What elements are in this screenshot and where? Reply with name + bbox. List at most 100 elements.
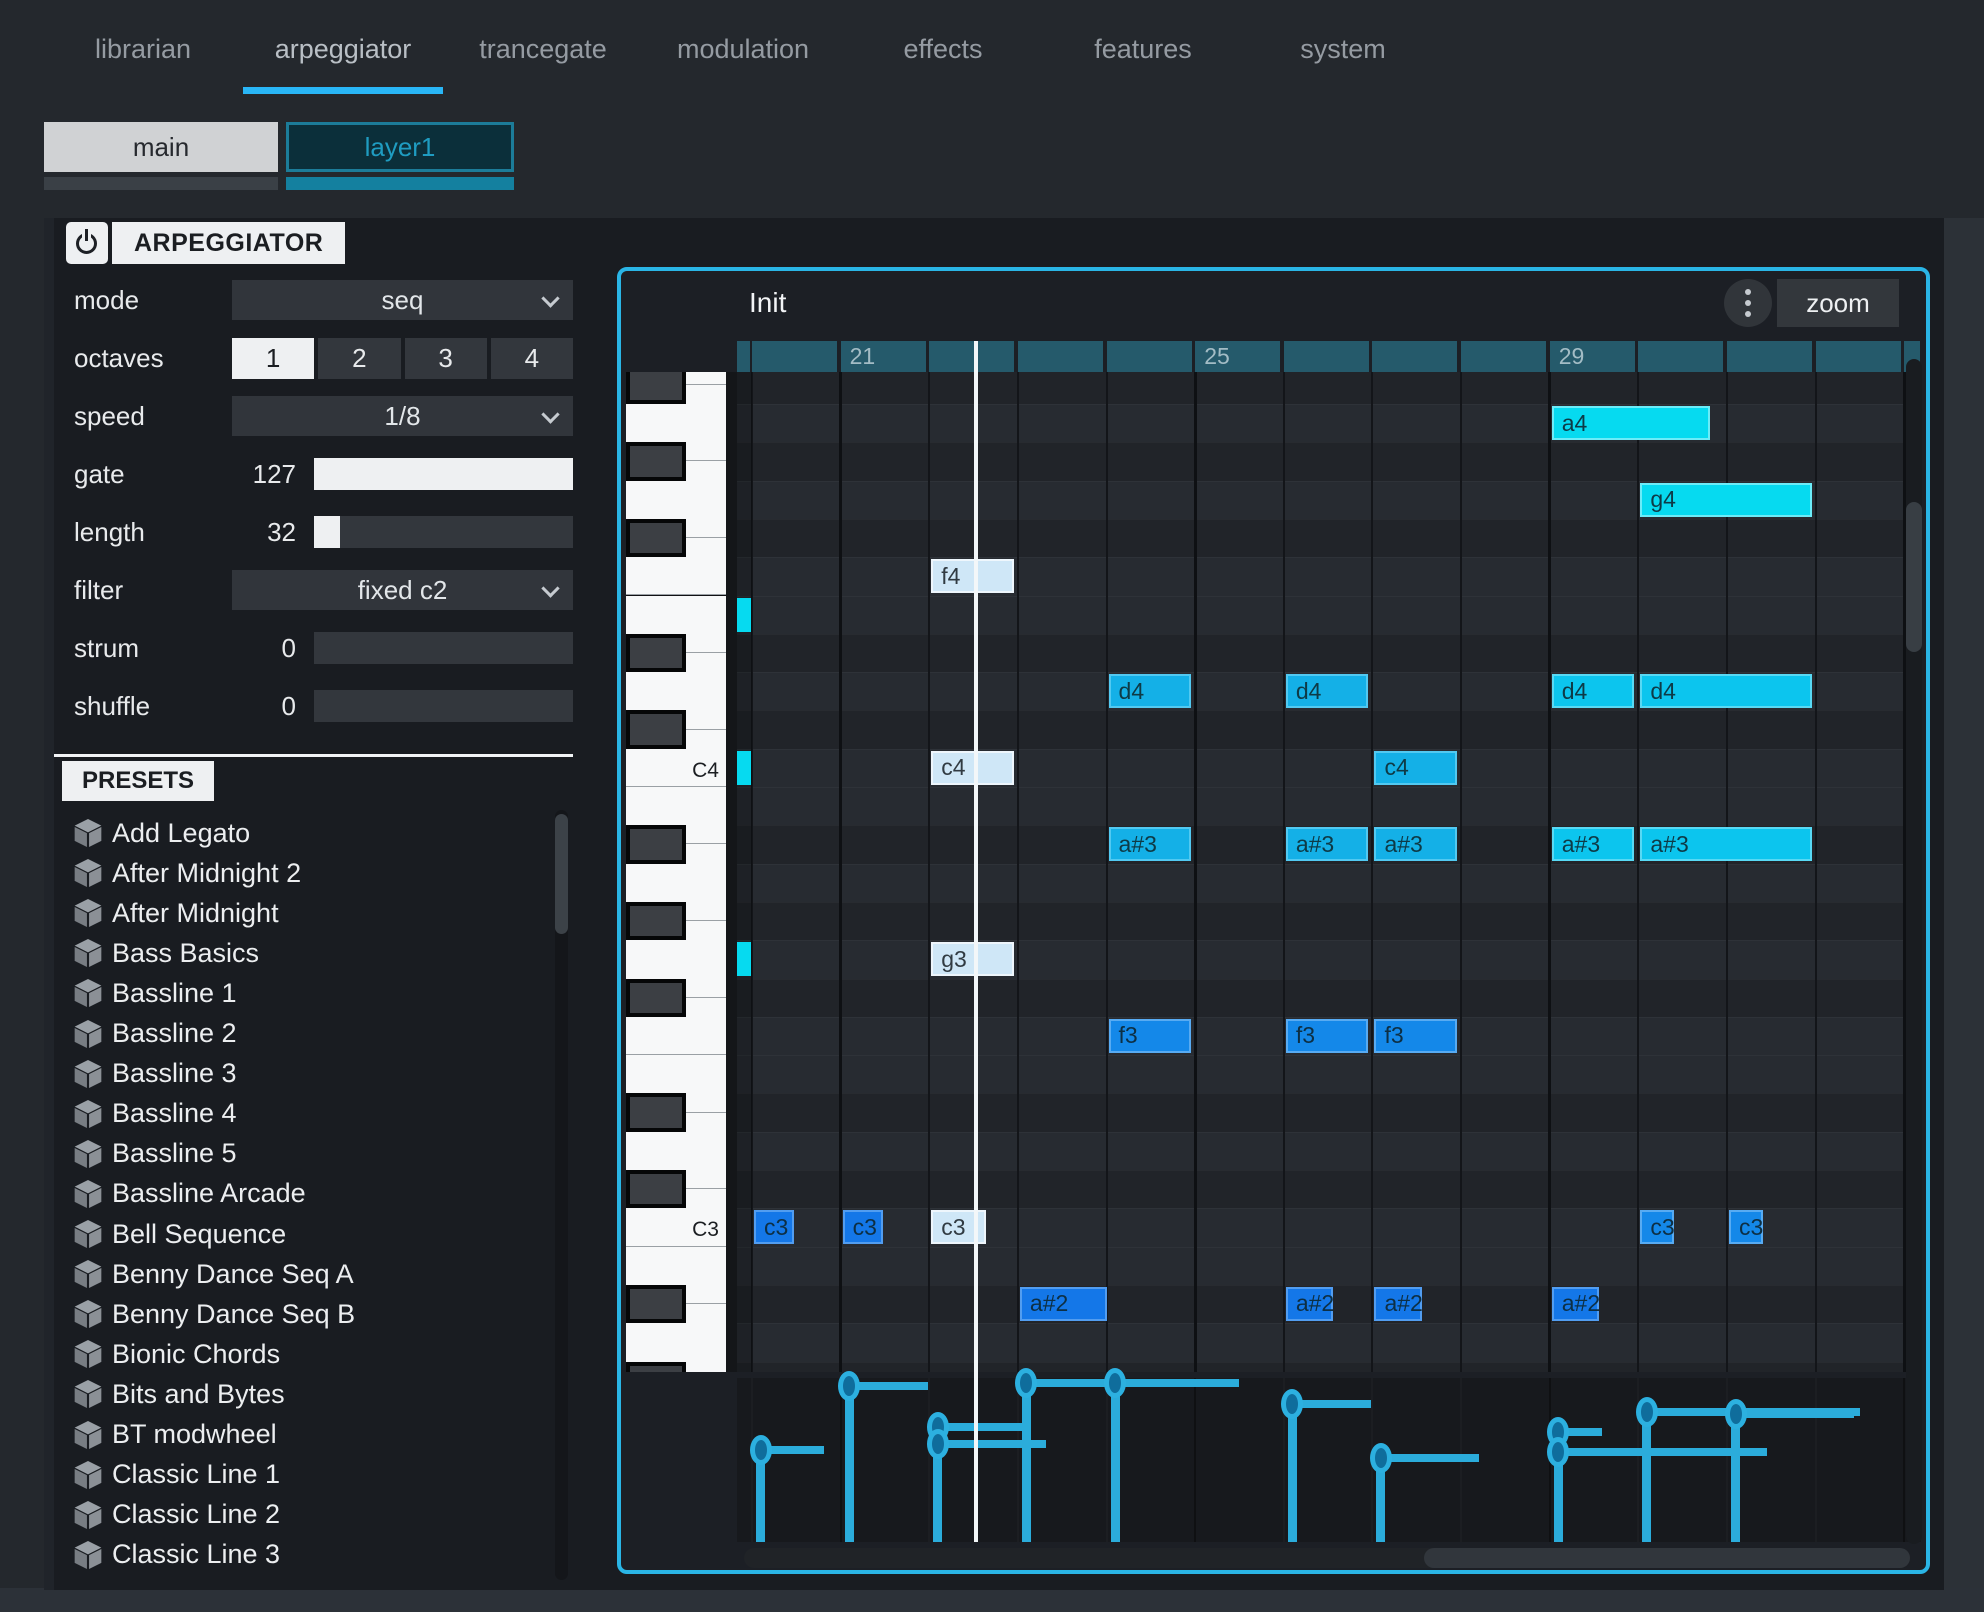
black-key-a#4[interactable]	[626, 372, 686, 404]
note-f4[interactable]: f4	[931, 559, 1014, 593]
preset-item[interactable]: Bassline 3	[54, 1054, 554, 1094]
black-key-g#4[interactable]	[626, 442, 686, 480]
note-c3[interactable]: c3	[754, 1210, 794, 1244]
arp-power-button[interactable]	[66, 222, 108, 264]
timeline-cell[interactable]: 25	[1195, 341, 1280, 372]
velocity-knob[interactable]	[1104, 1368, 1126, 1398]
more-options-button[interactable]	[1724, 279, 1772, 327]
timeline-cell[interactable]	[737, 341, 750, 372]
timeline-cell[interactable]: 21	[841, 341, 926, 372]
note-a#2[interactable]: a#2	[1552, 1287, 1599, 1321]
mode-dropdown[interactable]: seq	[232, 280, 573, 320]
velocity-stem[interactable]	[1022, 1383, 1031, 1542]
note-g4[interactable]: g4	[1640, 483, 1811, 517]
octave-button-1[interactable]: 1	[232, 338, 314, 379]
note-a4[interactable]: a4	[1552, 406, 1710, 440]
note-c4[interactable]: c4	[1374, 751, 1457, 785]
note-g3[interactable]: g3	[931, 942, 1014, 976]
preset-item[interactable]: Bits and Bytes	[54, 1374, 554, 1414]
horizontal-scrollbar-thumb[interactable]	[1424, 1548, 1910, 1568]
black-key-c#3[interactable]	[626, 1170, 686, 1208]
note-a#2[interactable]: a#2	[1020, 1287, 1107, 1321]
velocity-lane[interactable]	[737, 1378, 1921, 1542]
black-key-d#3[interactable]	[626, 1093, 686, 1131]
preset-item[interactable]: Benny Dance Seq B	[54, 1294, 554, 1334]
preset-scrollbar-thumb[interactable]	[555, 814, 568, 934]
velocity-knob[interactable]	[1281, 1389, 1303, 1419]
velocity-knob[interactable]	[1370, 1443, 1392, 1473]
black-key-f#3[interactable]	[626, 979, 686, 1017]
zoom-button[interactable]: zoom	[1777, 279, 1899, 327]
vertical-scrollbar-thumb[interactable]	[1906, 502, 1922, 652]
black-key-d#4[interactable]	[626, 634, 686, 672]
preset-item[interactable]: After Midnight	[54, 893, 554, 933]
timeline-ruler[interactable]: 21 25 29	[737, 341, 1922, 372]
nav-tab-features[interactable]: features	[1043, 18, 1243, 80]
tab-layer1[interactable]: layer1	[286, 122, 514, 172]
timeline-cell[interactable]	[1018, 341, 1103, 372]
velocity-stem[interactable]	[1288, 1404, 1297, 1542]
timeline-cell[interactable]	[752, 341, 837, 372]
speed-dropdown[interactable]: 1/8	[232, 396, 573, 436]
note-c4[interactable]: c4	[931, 751, 1014, 785]
timeline-cell[interactable]	[929, 341, 1014, 372]
timeline-cell[interactable]	[1372, 341, 1457, 372]
preset-item[interactable]: After Midnight 2	[54, 853, 554, 893]
note-c3[interactable]: c3	[843, 1210, 883, 1244]
velocity-knob[interactable]	[1547, 1437, 1569, 1467]
velocity-knob[interactable]	[1725, 1399, 1747, 1429]
velocity-stem[interactable]	[845, 1386, 854, 1542]
strum-slider[interactable]	[314, 632, 573, 664]
octave-button-4[interactable]: 4	[491, 338, 573, 379]
note-d4[interactable]: d4	[1640, 674, 1811, 708]
note-d4[interactable]: d4	[1286, 674, 1369, 708]
tab-main[interactable]: main	[44, 122, 278, 172]
preset-item[interactable]: Bassline 4	[54, 1094, 554, 1134]
velocity-knob[interactable]	[1015, 1368, 1037, 1398]
black-key-g#3[interactable]	[626, 902, 686, 940]
nav-tab-librarian[interactable]: librarian	[43, 18, 243, 80]
velocity-stem[interactable]	[1731, 1414, 1740, 1542]
note-d4[interactable]: d4	[1552, 674, 1635, 708]
nav-tab-system[interactable]: system	[1243, 18, 1443, 80]
velocity-knob[interactable]	[1636, 1397, 1658, 1427]
timeline-cell[interactable]	[1816, 341, 1901, 372]
nav-tab-arpeggiator[interactable]: arpeggiator	[243, 18, 443, 80]
preset-item[interactable]: Classic Line 1	[54, 1455, 554, 1495]
preset-item[interactable]: Bassline Arcade	[54, 1174, 554, 1214]
note-f3[interactable]: f3	[1109, 1019, 1192, 1053]
preset-item[interactable]: Bassline 5	[54, 1134, 554, 1174]
timeline-cell[interactable]	[1461, 341, 1546, 372]
preset-item[interactable]: Bassline 2	[54, 1014, 554, 1054]
black-key-a#3[interactable]	[626, 825, 686, 863]
timeline-cell[interactable]: 29	[1550, 341, 1635, 372]
nav-tab-modulation[interactable]: modulation	[643, 18, 843, 80]
timeline-cell[interactable]	[1107, 341, 1192, 372]
nav-tab-effects[interactable]: effects	[843, 18, 1043, 80]
preset-item[interactable]: Benny Dance Seq A	[54, 1254, 554, 1294]
black-key-c#4[interactable]	[626, 710, 686, 748]
gate-slider[interactable]	[314, 458, 573, 490]
note-a#3[interactable]: a#3	[1640, 827, 1811, 861]
octave-button-3[interactable]: 3	[405, 338, 487, 379]
note-grid[interactable]: a4g4f4d4d4d4d4c4c4a#3a#3a#3a#3a#3g3f3f3f…	[737, 372, 1921, 1372]
note-a#3[interactable]: a#3	[1286, 827, 1369, 861]
preset-item[interactable]: Bionic Chords	[54, 1334, 554, 1374]
note-d4[interactable]: d4	[1109, 674, 1192, 708]
timeline-cell[interactable]	[1638, 341, 1723, 372]
timeline-cell[interactable]	[1284, 341, 1369, 372]
octave-button-2[interactable]: 2	[318, 338, 400, 379]
preset-item[interactable]: Add Legato	[54, 813, 554, 853]
velocity-stem[interactable]	[1642, 1412, 1651, 1542]
nav-tab-trancegate[interactable]: trancegate	[443, 18, 643, 80]
filter-dropdown[interactable]: fixed c2	[232, 570, 573, 610]
note-c3[interactable]: c3	[1640, 1210, 1674, 1244]
preset-item[interactable]: Classic Line 2	[54, 1495, 554, 1535]
note-c3[interactable]: c3	[1729, 1210, 1763, 1244]
velocity-stem[interactable]	[1111, 1383, 1120, 1542]
black-key-g#2[interactable]	[626, 1362, 686, 1373]
preset-item[interactable]: BT modwheel	[54, 1415, 554, 1455]
note-a#2[interactable]: a#2	[1374, 1287, 1421, 1321]
velocity-knob[interactable]	[750, 1435, 772, 1465]
note-f3[interactable]: f3	[1286, 1019, 1369, 1053]
